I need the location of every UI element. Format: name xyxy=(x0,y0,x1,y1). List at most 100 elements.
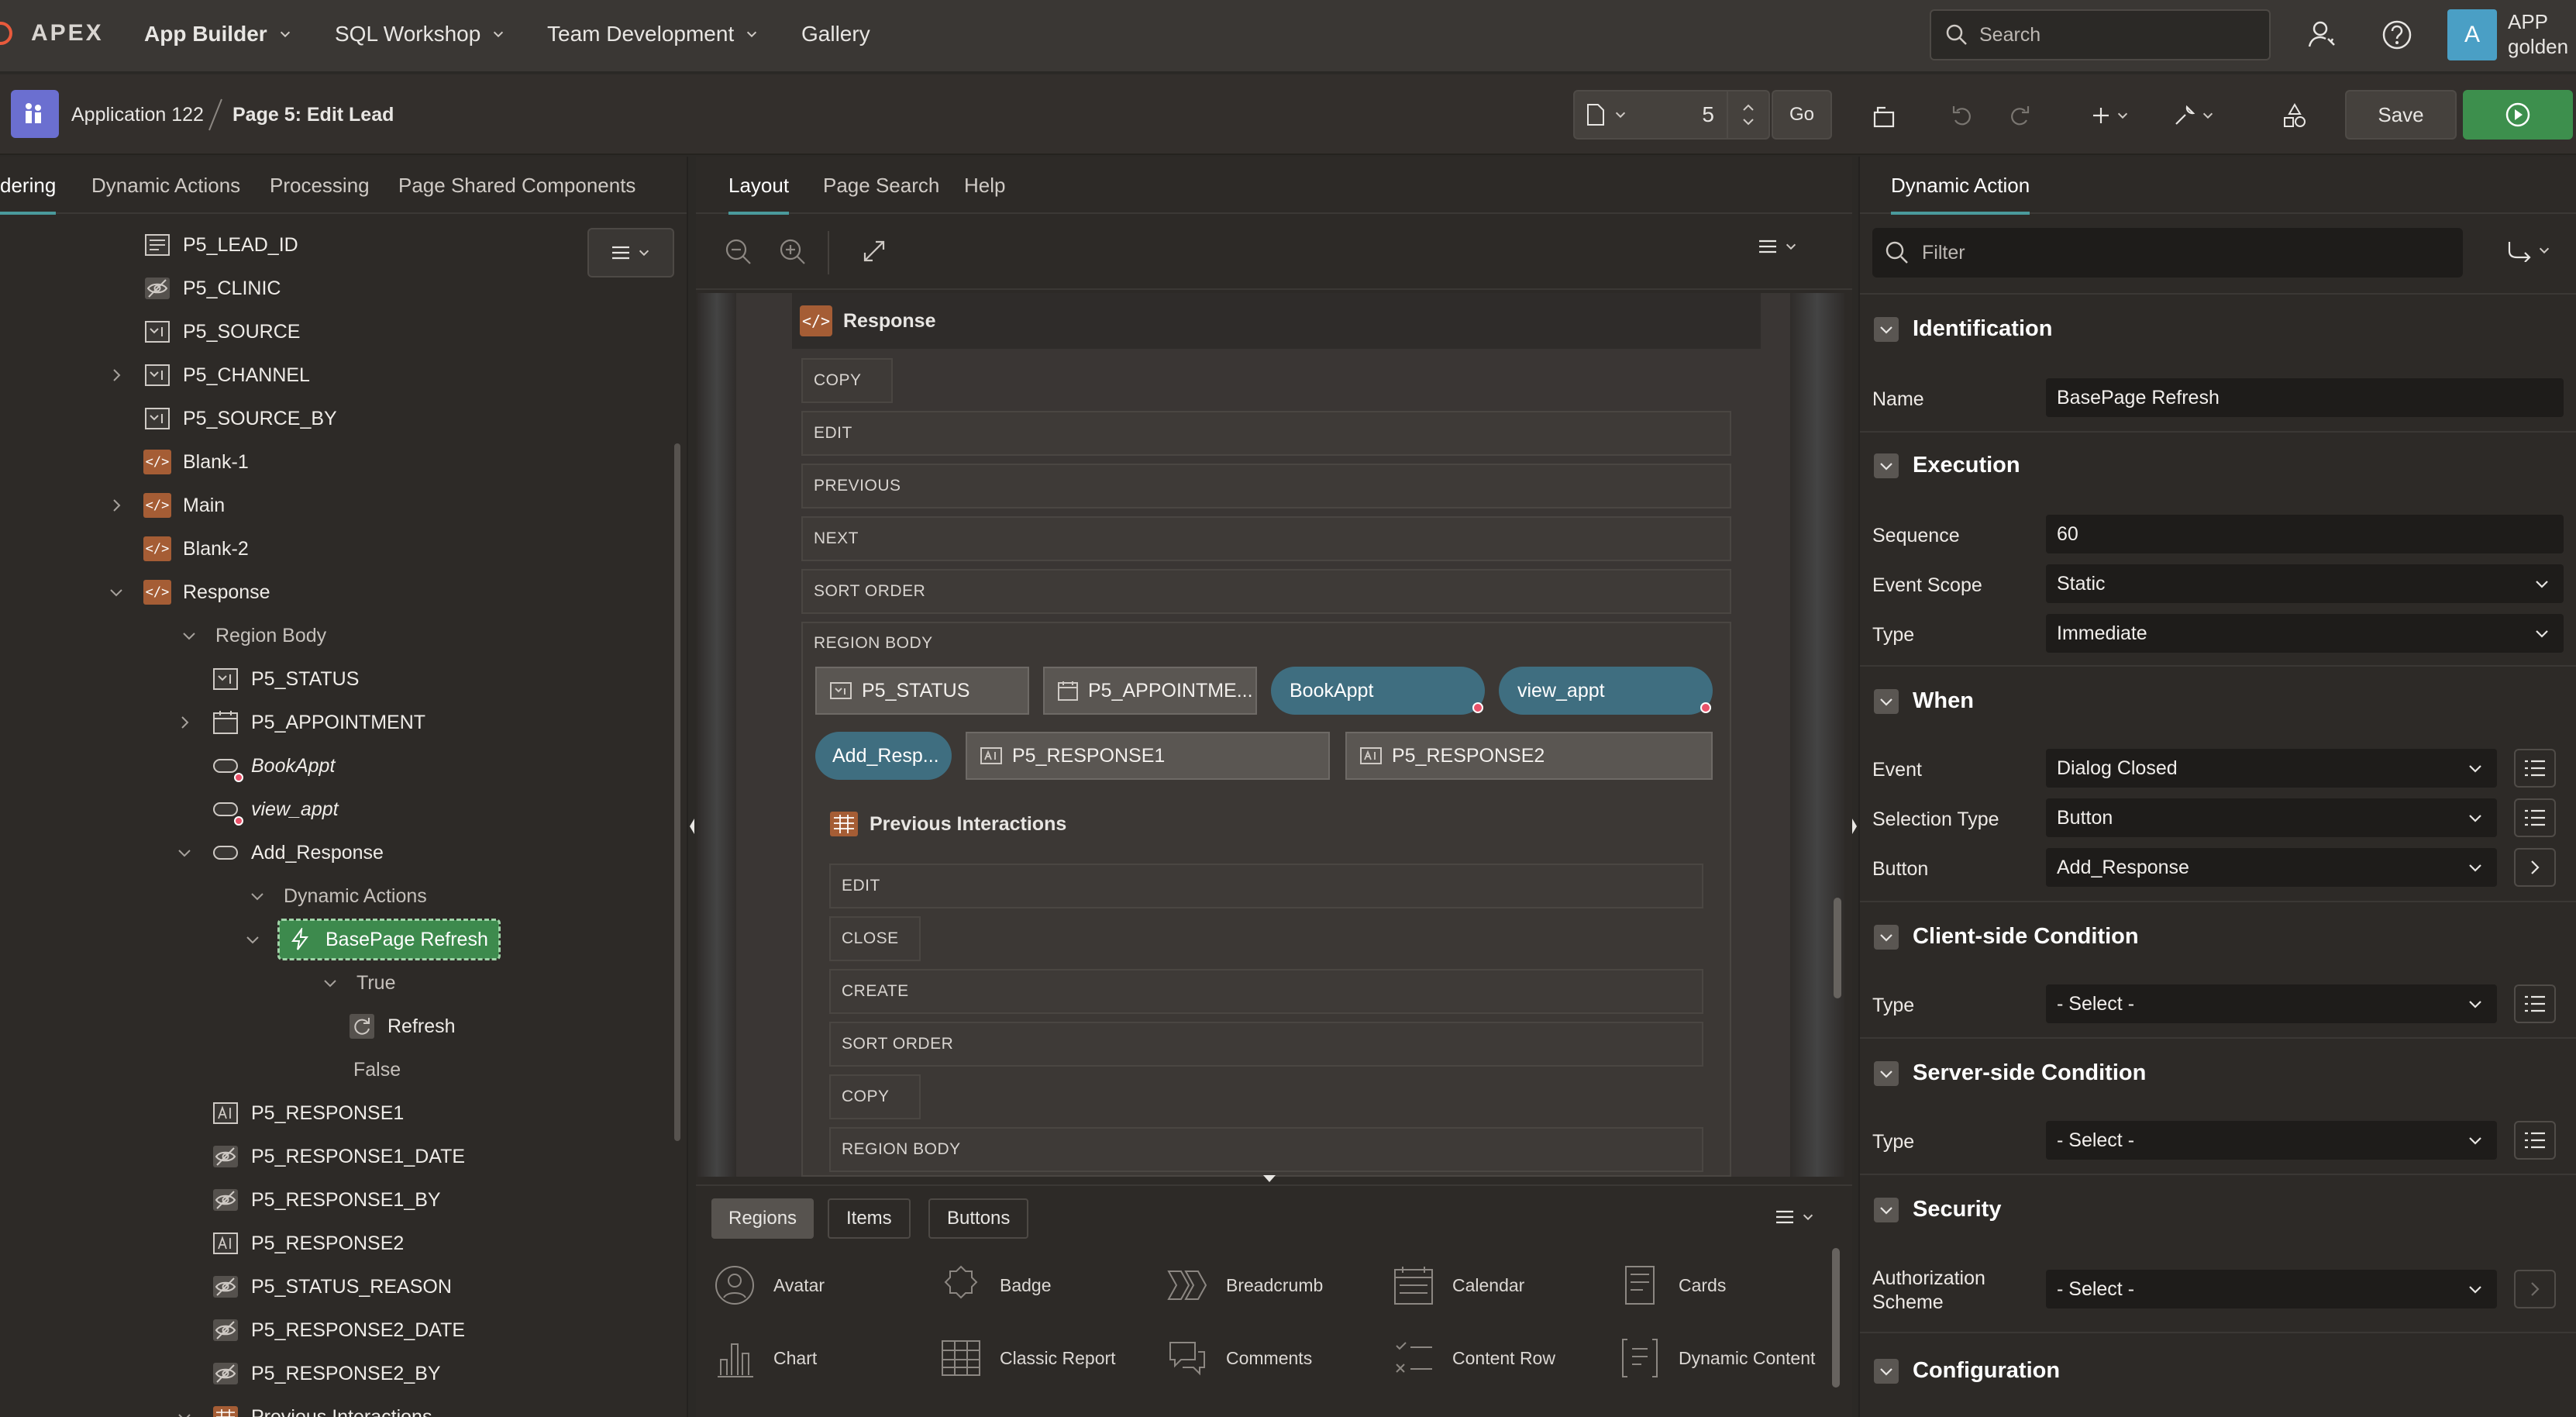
button-pill-bookappt[interactable]: BookAppt xyxy=(1271,667,1485,715)
sub-slot-region-body[interactable]: REGION BODY xyxy=(829,1127,1703,1172)
prop-authorization-scheme-select[interactable]: - Select - xyxy=(2046,1270,2497,1308)
tree-node-p5-status-reason[interactable]: P5_STATUS_REASON xyxy=(211,1267,452,1306)
gallery-menu-button[interactable] xyxy=(1775,1209,1815,1225)
tree-node-p5-status[interactable]: P5_STATUS xyxy=(211,660,359,698)
prop-name-field[interactable]: BasePage Refresh xyxy=(2046,378,2564,417)
gallery-tab-items[interactable]: Items xyxy=(828,1198,911,1239)
page-selector[interactable]: 5 xyxy=(1573,90,1770,140)
user-menu[interactable]: APP golden xyxy=(2508,9,2568,59)
gallery-item-calendar[interactable]: Calendar xyxy=(1392,1264,1524,1307)
create-menu-button[interactable] xyxy=(2083,95,2137,136)
tree-node-p5-response1-by[interactable]: P5_RESPONSE1_BY xyxy=(211,1181,441,1219)
tree-node-blank-1[interactable]: </> Blank-1 xyxy=(143,443,249,481)
left-splitter-arrow-icon[interactable] xyxy=(688,817,696,836)
menu-team-development[interactable]: Team Development xyxy=(547,22,759,47)
help-icon[interactable] xyxy=(2378,16,2416,54)
tree-node-view-appt[interactable]: view_appt xyxy=(211,790,339,829)
button-pill-view-appt[interactable]: view_appt xyxy=(1499,667,1713,715)
selection-type-list-button[interactable] xyxy=(2514,798,2556,837)
tree-node-p5-response1[interactable]: P5_RESPONSE1 xyxy=(211,1094,404,1133)
item-chip-p5-response1[interactable]: P5_RESPONSE1 xyxy=(966,732,1330,780)
gallery-tab-buttons[interactable]: Buttons xyxy=(928,1198,1029,1239)
collapse-chevron-icon[interactable] xyxy=(322,975,338,991)
slot-next[interactable]: NEXT xyxy=(801,516,1731,561)
tab-rendering[interactable]: dering xyxy=(0,174,57,215)
tree-scrollbar[interactable] xyxy=(674,443,680,1141)
breadcrumb-application[interactable]: Application 122 xyxy=(71,104,204,126)
tree-node-previous-interactions[interactable]: Previous Interactions xyxy=(211,1398,432,1417)
utilities-menu-button[interactable] xyxy=(2167,95,2221,136)
go-button[interactable]: Go xyxy=(1772,90,1832,140)
collapse-chevron-icon[interactable] xyxy=(245,932,260,947)
region-header[interactable]: </> Response xyxy=(792,293,1761,349)
slot-edit[interactable]: EDIT xyxy=(801,411,1731,456)
tree-node-region-body[interactable]: Region Body xyxy=(215,616,326,655)
item-chip-p5-appointment[interactable]: P5_APPOINTME... xyxy=(1043,667,1257,715)
section-client-side-condition[interactable]: Client-side Condition xyxy=(1874,924,2139,950)
menu-sql-workshop[interactable]: SQL Workshop xyxy=(335,22,505,47)
tree-node-p5-response1-date[interactable]: P5_RESPONSE1_DATE xyxy=(211,1137,465,1176)
page-stepper[interactable] xyxy=(1727,91,1768,138)
expand-chevron-icon[interactable] xyxy=(108,498,124,513)
save-button[interactable]: Save xyxy=(2345,90,2457,140)
gallery-item-cards[interactable]: Cards xyxy=(1618,1264,1726,1307)
zoom-out-icon[interactable] xyxy=(724,237,753,267)
tab-layout[interactable]: Layout xyxy=(728,174,790,215)
tree-node-p5-clinic[interactable]: P5_CLINIC xyxy=(143,269,281,308)
section-server-side-condition[interactable]: Server-side Condition xyxy=(1874,1060,2146,1086)
button-pill-add-response[interactable]: Add_Resp... xyxy=(815,732,952,780)
expand-icon[interactable] xyxy=(860,237,888,265)
tree-node-dynamic-actions[interactable]: Dynamic Actions xyxy=(284,877,427,915)
section-configuration[interactable]: Configuration xyxy=(1874,1358,2060,1384)
prop-type-select[interactable]: Immediate xyxy=(2046,614,2564,653)
sub-slot-edit[interactable]: EDIT xyxy=(829,864,1703,908)
filter-input[interactable]: Filter xyxy=(1872,228,2463,278)
client-type-list-button[interactable] xyxy=(2514,984,2556,1023)
shared-components-icon[interactable] xyxy=(2274,95,2316,136)
tab-dynamic-action[interactable]: Dynamic Action xyxy=(1891,174,2030,215)
tree-node-blank-2[interactable]: </> Blank-2 xyxy=(143,529,249,568)
undo-icon[interactable] xyxy=(1942,95,1984,136)
menu-gallery[interactable]: Gallery xyxy=(801,22,870,47)
lock-page-icon[interactable] xyxy=(1863,95,1905,136)
event-list-button[interactable] xyxy=(2514,749,2556,788)
tab-page-search[interactable]: Page Search xyxy=(823,174,939,198)
goto-authorization-button[interactable] xyxy=(2514,1270,2556,1308)
expand-chevron-icon[interactable] xyxy=(177,715,192,730)
gallery-item-breadcrumb[interactable]: Breadcrumb xyxy=(1166,1264,1323,1307)
canvas-scrollbar[interactable] xyxy=(1834,898,1841,998)
gallery-item-avatar[interactable]: Avatar xyxy=(713,1264,825,1307)
item-chip-p5-response2[interactable]: P5_RESPONSE2 xyxy=(1345,732,1713,780)
region-body-slot[interactable]: REGION BODY P5_STATUS P5_APPOINTME... Bo… xyxy=(801,622,1731,1177)
user-avatar[interactable]: A xyxy=(2447,9,2497,60)
prop-selection-type-select[interactable]: Button xyxy=(2046,798,2497,837)
sub-region-header[interactable]: Previous Interactions xyxy=(829,811,1066,837)
tree-node-false[interactable]: False xyxy=(353,1050,401,1089)
prop-event-select[interactable]: Dialog Closed xyxy=(2046,749,2497,788)
tree-node-main[interactable]: </> Main xyxy=(143,486,225,525)
admin-user-icon[interactable] xyxy=(2303,16,2342,54)
prop-sequence-field[interactable]: 60 xyxy=(2046,515,2564,553)
sub-slot-create[interactable]: CREATE xyxy=(829,969,1703,1014)
gallery-item-dynamic-content[interactable]: Dynamic Content xyxy=(1618,1336,1815,1380)
global-search-field[interactable]: Search xyxy=(1930,9,2271,60)
gallery-item-badge[interactable]: Badge xyxy=(939,1264,1052,1307)
item-chip-p5-status[interactable]: P5_STATUS xyxy=(815,667,1029,715)
application-icon[interactable] xyxy=(11,90,59,138)
tree-node-p5-response2-by[interactable]: P5_RESPONSE2_BY xyxy=(211,1354,441,1393)
tree-node-p5-channel[interactable]: P5_CHANNEL xyxy=(143,356,310,395)
gallery-item-comments[interactable]: Comments xyxy=(1166,1336,1312,1380)
collapse-chevron-icon[interactable] xyxy=(181,628,197,643)
tree-node-refresh[interactable]: Refresh xyxy=(347,1007,456,1046)
chevron-up-icon[interactable] xyxy=(1742,104,1755,112)
right-splitter-arrow-icon[interactable] xyxy=(1851,817,1858,836)
run-page-button[interactable] xyxy=(2463,90,2573,140)
section-security[interactable]: Security xyxy=(1874,1197,2001,1222)
tree-menu-button[interactable] xyxy=(587,228,674,278)
gallery-item-content-row[interactable]: Content Row xyxy=(1392,1336,1555,1380)
menu-app-builder[interactable]: App Builder xyxy=(144,22,292,47)
slot-previous[interactable]: PREVIOUS xyxy=(801,464,1731,509)
tree-node-p5-response2[interactable]: P5_RESPONSE2 xyxy=(211,1224,404,1263)
prop-event-scope-select[interactable]: Static xyxy=(2046,564,2564,603)
collapse-chevron-icon[interactable] xyxy=(108,584,124,600)
